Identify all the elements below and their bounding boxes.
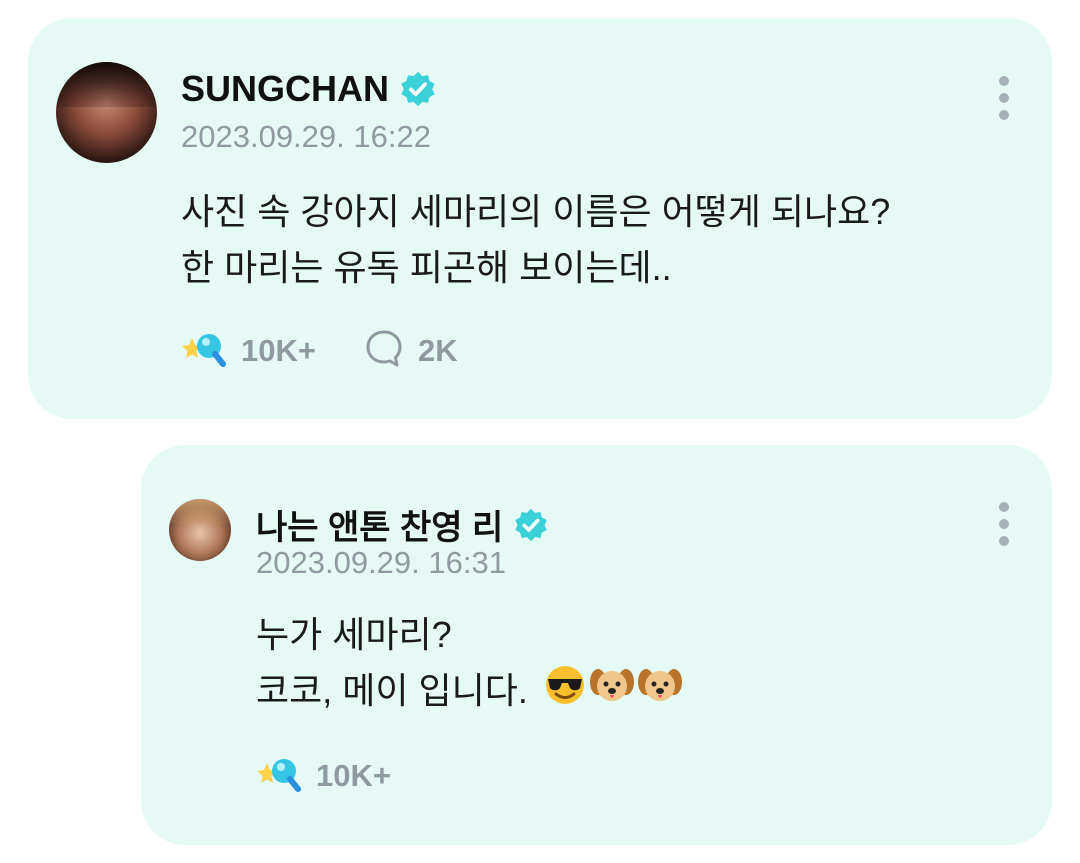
reply-date: 2023.09.29. 16:31 (256, 545, 506, 580)
reply-author-row: 나는 앤톤 찬영 리 (256, 500, 549, 549)
reply-author-avatar[interactable] (169, 499, 231, 561)
reply-line-2-row: 코코, 메이 입니다. (256, 663, 684, 722)
reply-line-2: 코코, 메이 입니다. (256, 670, 528, 711)
comment-count: 2K (417, 332, 458, 368)
post-line-2: 한 마리는 유독 피곤해 보이는데.. (181, 247, 672, 288)
dog-face-emoji (636, 664, 684, 722)
more-options-icon[interactable] (999, 502, 1009, 546)
reply-body: 누가 세마리? 코코, 메이 입니다. (256, 607, 684, 722)
post-body: 사진 속 강아지 세마리의 이름은 어떻게 되나요? 한 마리는 유독 피곤해 … (181, 184, 890, 296)
reply-line-1: 누가 세마리? (256, 614, 452, 655)
post-date: 2023.09.29. 16:22 (181, 119, 431, 154)
reply-stats: 10K+ (256, 753, 439, 798)
reply-author-name[interactable]: 나는 앤톤 찬영 리 (256, 500, 503, 549)
comment-button[interactable]: 2K (364, 328, 458, 373)
author-row: SUNGCHAN (181, 68, 437, 110)
reply-like-button[interactable]: 10K+ (256, 753, 391, 798)
wand-like-icon (181, 328, 227, 373)
comment-bubble-icon (364, 328, 404, 373)
post-card: SUNGCHAN 2023.09.29. 16:22 사진 속 강아지 세마리의… (28, 18, 1052, 419)
author-avatar[interactable] (56, 62, 157, 163)
like-button[interactable]: 10K+ (181, 328, 316, 373)
reply-card: 나는 앤톤 찬영 리 2023.09.29. 16:31 누가 세마리? 코코,… (141, 445, 1052, 845)
verified-badge-icon (399, 70, 437, 108)
post-stats: 10K+ 2K (181, 328, 506, 373)
more-options-icon[interactable] (999, 76, 1009, 120)
wand-like-icon (256, 753, 302, 798)
reply-like-count: 10K+ (316, 757, 391, 793)
sunglasses-face-emoji (542, 664, 588, 722)
author-name[interactable]: SUNGCHAN (181, 68, 389, 110)
dog-face-emoji (588, 664, 636, 722)
like-count: 10K+ (241, 332, 316, 368)
post-line-1: 사진 속 강아지 세마리의 이름은 어떻게 되나요? (181, 191, 891, 232)
verified-badge-icon (513, 507, 549, 543)
